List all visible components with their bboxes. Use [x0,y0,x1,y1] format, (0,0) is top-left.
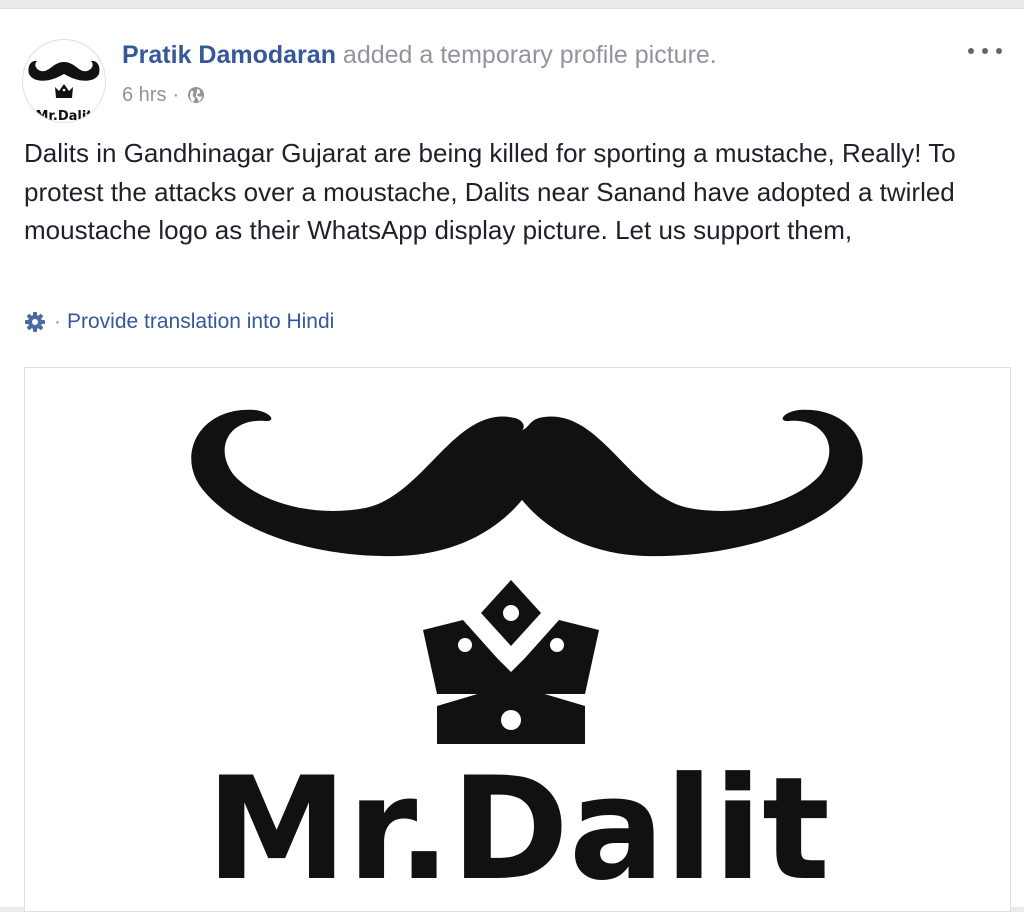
avatar-logo-image: Mr.Dalit [28,60,100,122]
author-name-link[interactable]: Pratik Damodaran [122,41,336,69]
mr-dalit-logo-image: Mr.Dalit [191,409,863,912]
crown-shape [423,580,599,744]
post-action-text: added a temporary profile picture. [342,41,717,69]
post-body-text: Dalits in Gandhinagar Gujarat are being … [24,138,956,245]
post-meta: 6 hrs · [122,83,205,107]
translation-row: · Provide translation into Hindi [24,309,334,335]
gear-icon[interactable] [24,311,46,333]
profile-avatar[interactable]: Mr.Dalit [22,39,106,123]
translation-link[interactable]: Provide translation into Hindi [67,310,334,334]
feed-post: Mr.Dalit Pratik Damodaran added a tempor… [0,8,1024,912]
post-photo[interactable]: Mr.Dalit [24,367,1011,912]
post-timestamp[interactable]: 6 hrs [122,83,166,107]
more-dot [996,48,1002,54]
author-line: Pratik Damodaran added a temporary profi… [122,39,717,71]
logo-wordmark: Mr.Dalit [206,747,830,912]
more-options-icon[interactable] [968,41,1002,61]
post-header: Mr.Dalit Pratik Damodaran added a tempor… [22,33,1002,123]
globe-icon[interactable] [187,86,205,104]
meta-separator: · [172,84,180,106]
translation-separator: · [54,310,61,333]
more-dot [968,48,974,54]
more-dot [982,48,988,54]
avatar-logo-text: Mr.Dalit [35,109,92,122]
moustache-shape [191,409,863,557]
